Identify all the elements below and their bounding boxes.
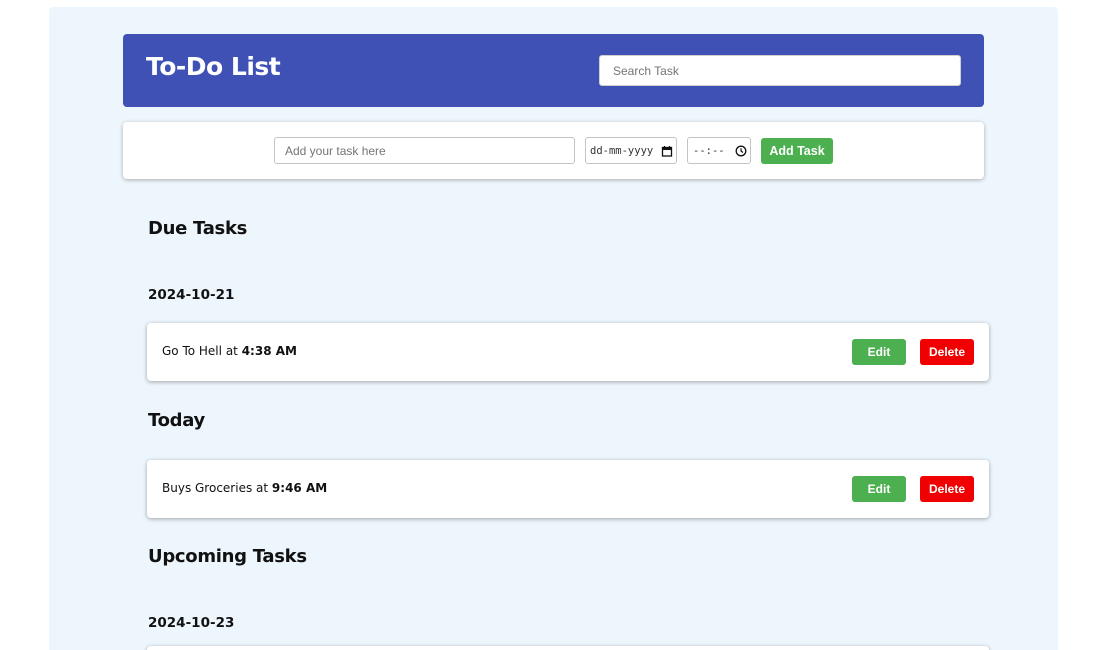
task-card-upcoming	[147, 646, 989, 650]
search-input[interactable]	[599, 55, 961, 86]
task-name: Go To Hell	[162, 344, 222, 358]
time-placeholder: --:--	[693, 144, 725, 157]
delete-button[interactable]: Delete	[920, 339, 974, 365]
clock-icon[interactable]	[735, 145, 747, 157]
due-date-heading: 2024-10-21	[148, 287, 235, 303]
upcoming-tasks-heading: Upcoming Tasks	[148, 546, 307, 567]
date-placeholder: dd-mm-yyyy	[590, 144, 654, 157]
task-card-due: Go To Hell at 4:38 AM Edit Delete	[147, 323, 989, 381]
task-card-today: Buys Groceries at 9:46 AM Edit Delete	[147, 460, 989, 518]
task-time: 4:38 AM	[241, 344, 297, 358]
task-name-input[interactable]	[274, 137, 575, 164]
task-connector: at	[256, 481, 269, 495]
add-task-button[interactable]: Add Task	[761, 138, 833, 164]
date-input[interactable]: dd-mm-yyyy	[585, 137, 677, 164]
upcoming-date-heading: 2024-10-23	[148, 615, 235, 631]
today-heading: Today	[148, 410, 205, 431]
task-time: 9:46 AM	[271, 481, 328, 495]
page-title: To-Do List	[146, 52, 281, 81]
calendar-icon[interactable]	[661, 145, 673, 157]
due-tasks-heading: Due Tasks	[148, 218, 248, 239]
task-connector: at	[225, 344, 238, 358]
header: To-Do List	[123, 34, 984, 107]
delete-button[interactable]: Delete	[920, 476, 974, 502]
task-text: Go To Hell at 4:38 AM	[162, 344, 297, 358]
edit-button[interactable]: Edit	[852, 476, 906, 502]
time-input[interactable]: --:--	[687, 137, 751, 164]
edit-button[interactable]: Edit	[852, 339, 906, 365]
add-task-form: dd-mm-yyyy --:-- Add Task	[123, 122, 984, 179]
task-name: Buys Groceries	[162, 481, 253, 495]
task-text: Buys Groceries at 9:46 AM	[162, 481, 327, 495]
